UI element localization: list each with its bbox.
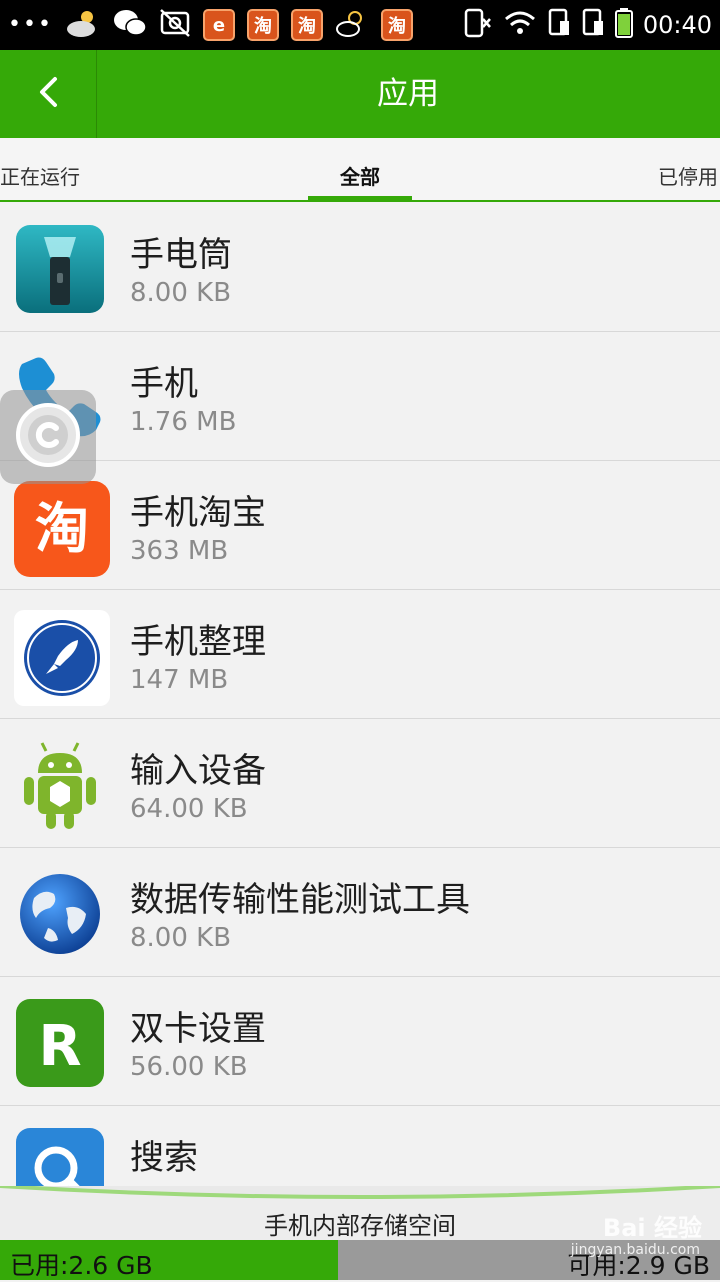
list-item[interactable]: 数据传输性能测试工具 8.00 KB [0,848,720,977]
chevron-left-icon [37,76,59,112]
wifi-icon [503,9,537,41]
app-size: 8.00 KB [130,278,232,308]
globe-icon [14,868,106,960]
more-dots-icon: ••• [8,12,53,37]
taobao-icon: 淘 [380,9,413,41]
rocket-icon [14,610,110,706]
floating-assistant-button[interactable] [0,390,96,484]
app-list: 手电筒 8.00 KB 手机 1.76 MB 淘 手机淘宝 363 MB 手机整… [0,203,720,1193]
weather-icon [335,7,369,43]
browser-e-icon: e [202,9,235,41]
list-item[interactable]: 淘 手机淘宝 363 MB [0,461,720,590]
app-size: 147 MB [130,665,229,695]
watermark-brand: Bai 经验 [602,1214,702,1242]
list-item[interactable]: R 双卡设置 56.00 KB [0,977,720,1106]
assistant-c-icon [13,400,83,474]
status-bar: ••• e 淘 淘 淘 00:40 [0,0,720,50]
svg-text:R: R [38,1014,81,1079]
app-name: 手电筒 [130,235,232,275]
tab-all[interactable]: 全部 [308,138,412,200]
list-item[interactable]: 搜索 [0,1106,720,1193]
page-title: 应用 [377,76,439,112]
watermark-url: jingyan.baidu.com [570,1242,700,1258]
taobao-icon: 淘 [246,9,279,41]
wechat-icon [113,8,147,42]
list-item[interactable]: 手机 1.76 MB [0,332,720,461]
app-size: 1.76 MB [130,407,237,437]
list-item[interactable]: 手机整理 147 MB [0,590,720,719]
android-icon [14,739,106,831]
svg-text:淘: 淘 [35,497,89,560]
app-size: 8.00 KB [130,923,232,953]
app-name: 手机 [130,364,198,404]
app-name: 手机淘宝 [130,493,266,533]
app-size: 64.00 KB [130,794,248,824]
action-bar: 应用 [0,50,720,138]
cloud-sun-icon [65,7,101,43]
taobao-icon: 淘 [290,9,323,41]
app-name: 手机整理 [130,622,266,662]
tab-running[interactable]: 正在运行 [0,138,80,200]
flashlight-icon [14,223,106,315]
search-icon [14,1126,106,1193]
app-size: 56.00 KB [130,1052,248,1082]
list-item[interactable]: 手电筒 8.00 KB [0,203,720,332]
list-item[interactable]: 输入设备 64.00 KB [0,719,720,848]
dual-sim-icon: R [14,997,106,1089]
app-name: 输入设备 [130,751,266,791]
app-name: 双卡设置 [130,1009,266,1049]
storage-used-text: 已用:2.6 GB [10,1251,153,1280]
taobao-icon: 淘 [14,481,110,577]
photo-off-icon [159,8,191,42]
back-button[interactable] [0,50,97,138]
app-name: 搜索 [130,1138,198,1178]
app-name: 数据传输性能测试工具 [130,880,470,920]
tab-bar: 正在运行 全部 已停用 [0,138,720,202]
sim2-icon [581,7,605,43]
app-size: 363 MB [130,536,229,566]
sim1-icon [547,7,571,43]
tab-disabled[interactable]: 已停用 [658,138,718,200]
battery-icon [614,8,633,42]
clock: 00:40 [642,11,712,39]
phone-silent-icon [463,7,493,43]
